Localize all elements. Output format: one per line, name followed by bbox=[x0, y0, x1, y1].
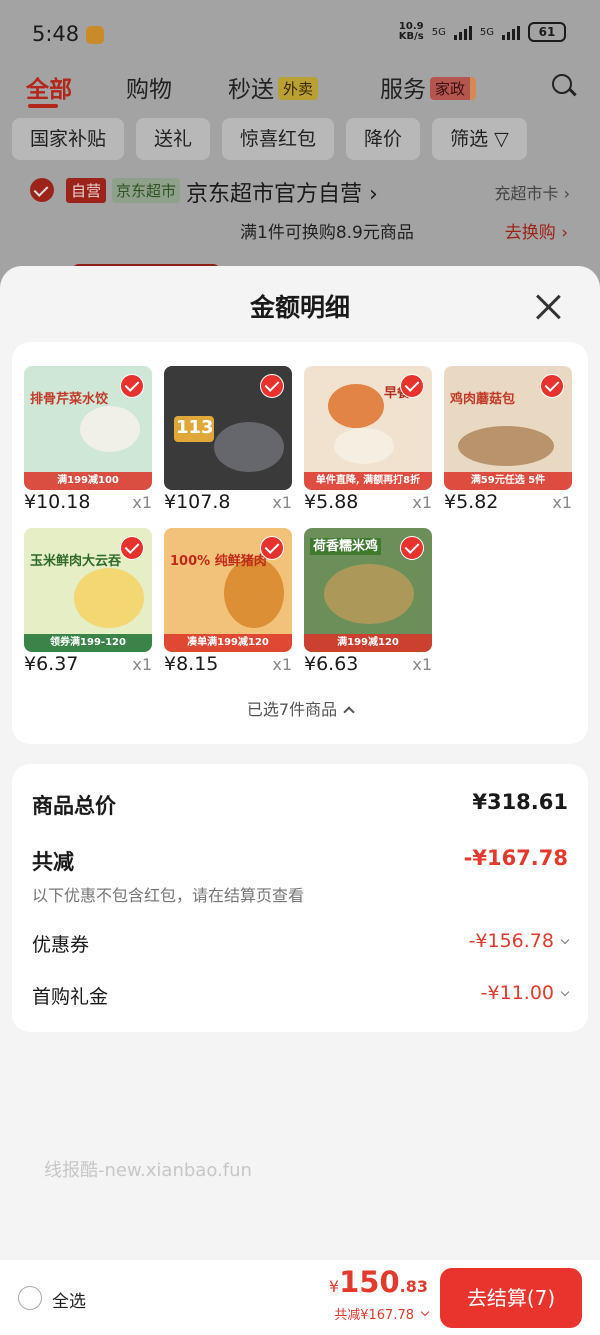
coupon-label: 优惠券 bbox=[32, 934, 90, 956]
checkout-bar: 全选 ¥150.83 共减¥167.78 去结算(7) bbox=[0, 1260, 600, 1335]
status-icons: 10.9 KB/s 5G 5G 61 bbox=[399, 22, 566, 42]
funnel-icon: ▽ bbox=[494, 128, 509, 150]
product-price: ¥107.8 bbox=[164, 491, 231, 513]
signal-icon bbox=[502, 24, 520, 40]
filter-button[interactable]: 筛选 ▽ bbox=[432, 118, 527, 160]
reduction-label: 共减 bbox=[32, 850, 74, 874]
selected-products-panel: 排骨芹菜水饺 满199减100 ¥10.18 x1 113 ¥107.8 x1 … bbox=[12, 342, 588, 744]
tab-all[interactable]: 全部 bbox=[26, 70, 72, 104]
selected-check-icon[interactable] bbox=[540, 374, 564, 398]
tab-services[interactable]: 服务 家政 bbox=[380, 70, 477, 104]
chevron-down-icon bbox=[420, 1307, 430, 1317]
category-tabs: 全部 购物 秒送 外卖 服务 家政 bbox=[0, 64, 600, 110]
chevron-down-icon bbox=[560, 987, 570, 997]
filter-chips: 国家补贴 送礼 惊喜红包 降价 筛选 ▽ bbox=[12, 118, 527, 160]
takeaway-tag: 外卖 bbox=[278, 77, 319, 100]
product-quantity: x1 bbox=[272, 493, 292, 512]
chevron-down-icon bbox=[560, 935, 570, 945]
selected-check-icon[interactable] bbox=[260, 536, 284, 560]
product-price: ¥5.88 bbox=[304, 491, 359, 513]
watermark: 线报酷-new.xianbao.fun bbox=[44, 1160, 252, 1181]
filter-national-subsidy[interactable]: 国家补贴 bbox=[12, 118, 125, 160]
product-price: ¥10.18 bbox=[24, 491, 91, 513]
subtotal-value: ¥318.61 bbox=[472, 790, 568, 814]
filter-red-packet[interactable]: 惊喜红包 bbox=[222, 118, 335, 160]
product-quantity: x1 bbox=[132, 655, 152, 674]
battery-icon: 61 bbox=[528, 22, 566, 42]
total-saved-toggle[interactable]: 共减¥167.78 bbox=[334, 1304, 430, 1323]
product-item[interactable]: 100% 纯鲜猪肉 凑单满199减120 ¥8.15 x1 bbox=[164, 528, 292, 676]
product-quantity: x1 bbox=[412, 493, 432, 512]
product-quantity: x1 bbox=[272, 655, 292, 674]
product-item[interactable]: 荷香糯米鸡 满199减120 ¥6.63 x1 bbox=[304, 528, 432, 676]
product-price: ¥8.15 bbox=[164, 653, 219, 675]
jd-supermarket-badge: 京东超市 bbox=[112, 178, 181, 203]
close-icon[interactable] bbox=[534, 292, 562, 320]
reduction-value: -¥167.78 bbox=[463, 846, 568, 870]
exchange-link[interactable]: 去换购 › bbox=[505, 218, 568, 243]
shop-header: 自营 京东超市 京东超市官方自营 › 充超市卡 › 满1件可换购8.9元商品 去… bbox=[0, 168, 600, 278]
product-price: ¥5.82 bbox=[444, 491, 499, 513]
subtotal-label: 商品总价 bbox=[32, 794, 116, 818]
signal-icon bbox=[453, 24, 472, 40]
selected-check-icon[interactable] bbox=[260, 374, 284, 398]
product-item[interactable]: 113 ¥107.8 x1 bbox=[164, 366, 292, 514]
checkout-button[interactable]: 去结算(7) bbox=[440, 1268, 582, 1328]
product-quantity: x1 bbox=[552, 493, 572, 512]
discount-note: 以下优惠不包含红包，请在结算页查看 bbox=[32, 886, 305, 905]
price-breakdown: 商品总价 ¥318.61 共减 -¥167.78 以下优惠不包含红包，请在结算页… bbox=[12, 764, 588, 1032]
product-item[interactable]: 玉米鲜肉大云吞 领券满199-120 ¥6.37 x1 bbox=[24, 528, 152, 676]
selected-check-icon[interactable] bbox=[400, 536, 424, 560]
shop-checkbox[interactable] bbox=[30, 178, 54, 202]
selected-count-toggle[interactable]: 已选7件商品 bbox=[12, 696, 588, 720]
sim2-label: 5G bbox=[479, 26, 494, 38]
tab-instant-delivery[interactable]: 秒送 外卖 bbox=[228, 70, 319, 104]
selected-check-icon[interactable] bbox=[400, 374, 424, 398]
active-tab-indicator bbox=[28, 104, 58, 108]
status-bar: 5:48 10.9 KB/s 5G 5G 61 bbox=[0, 0, 600, 64]
sim1-label: 5G bbox=[431, 26, 446, 38]
product-price: ¥6.37 bbox=[24, 653, 79, 675]
sheet-title: 金额明细 bbox=[249, 293, 350, 322]
select-all-label[interactable]: 全选 bbox=[52, 1287, 86, 1312]
selected-check-icon[interactable] bbox=[120, 374, 144, 398]
product-price: ¥6.63 bbox=[304, 653, 359, 675]
supermarket-card-link[interactable]: 充超市卡 › bbox=[495, 180, 571, 204]
system-nav-bar bbox=[0, 1330, 600, 1335]
network-speed: 10.9 KB/s bbox=[398, 21, 424, 42]
clock: 5:48 bbox=[32, 22, 80, 46]
selected-check-icon[interactable] bbox=[120, 536, 144, 560]
product-quantity: x1 bbox=[132, 493, 152, 512]
app-notification-icon bbox=[86, 26, 104, 44]
search-icon[interactable] bbox=[552, 74, 572, 94]
filter-price-drop[interactable]: 降价 bbox=[346, 118, 421, 160]
select-all-radio[interactable] bbox=[18, 1286, 42, 1310]
amount-detail-sheet: 金额明细 排骨芹菜水饺 满199减100 ¥10.18 x1 113 ¥107.… bbox=[0, 266, 600, 1335]
first-gift-label: 首购礼金 bbox=[32, 986, 109, 1008]
chevron-up-icon bbox=[343, 706, 355, 718]
product-quantity: x1 bbox=[412, 655, 432, 674]
payable-total: ¥150.83 bbox=[328, 1265, 428, 1299]
product-item[interactable]: 鸡肉蘑菇包 满59元任选 5件 ¥5.82 x1 bbox=[444, 366, 572, 514]
exchange-promo: 满1件可换购8.9元商品 bbox=[240, 223, 414, 243]
tab-shopping[interactable]: 购物 bbox=[126, 70, 172, 104]
shop-name[interactable]: 京东超市官方自营 › bbox=[186, 176, 378, 208]
housekeeping-tag: 家政 bbox=[430, 77, 477, 100]
coupon-value: -¥156.78 bbox=[469, 930, 570, 952]
first-gift-value: -¥11.00 bbox=[481, 982, 570, 1004]
filter-gift[interactable]: 送礼 bbox=[136, 118, 211, 160]
product-item[interactable]: 排骨芹菜水饺 满199减100 ¥10.18 x1 bbox=[24, 366, 152, 514]
product-item[interactable]: 早餐 单件直降, 满额再打8折 ¥5.88 x1 bbox=[304, 366, 432, 514]
self-operated-badge: 自营 bbox=[66, 178, 107, 203]
